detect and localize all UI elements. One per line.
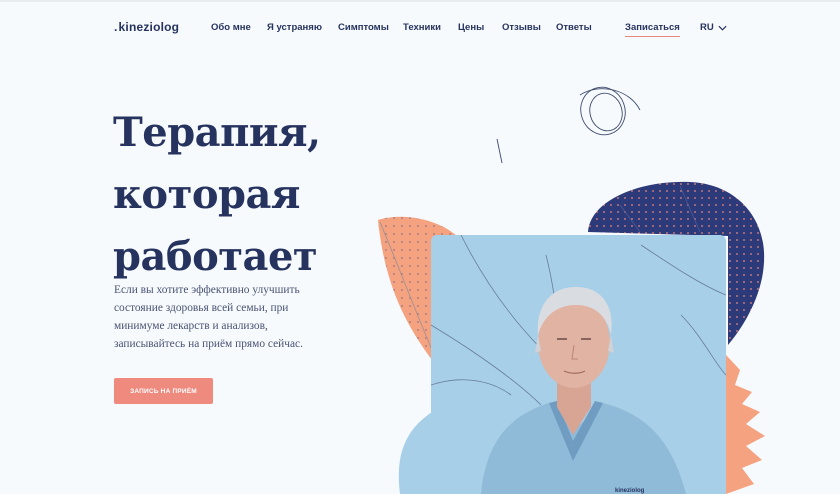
doodle-scribble <box>496 86 641 164</box>
blue-leaf-bottom <box>398 412 432 494</box>
landing-page: .kineziolog Обо мне Я устраняю Симптомы … <box>0 0 840 494</box>
therapist-photo: kineziolog <box>431 235 726 494</box>
scrubs-badge: kineziolog <box>615 488 645 494</box>
peach-leaf-right <box>726 355 765 494</box>
therapist-portrait: kineziolog <box>431 235 726 494</box>
